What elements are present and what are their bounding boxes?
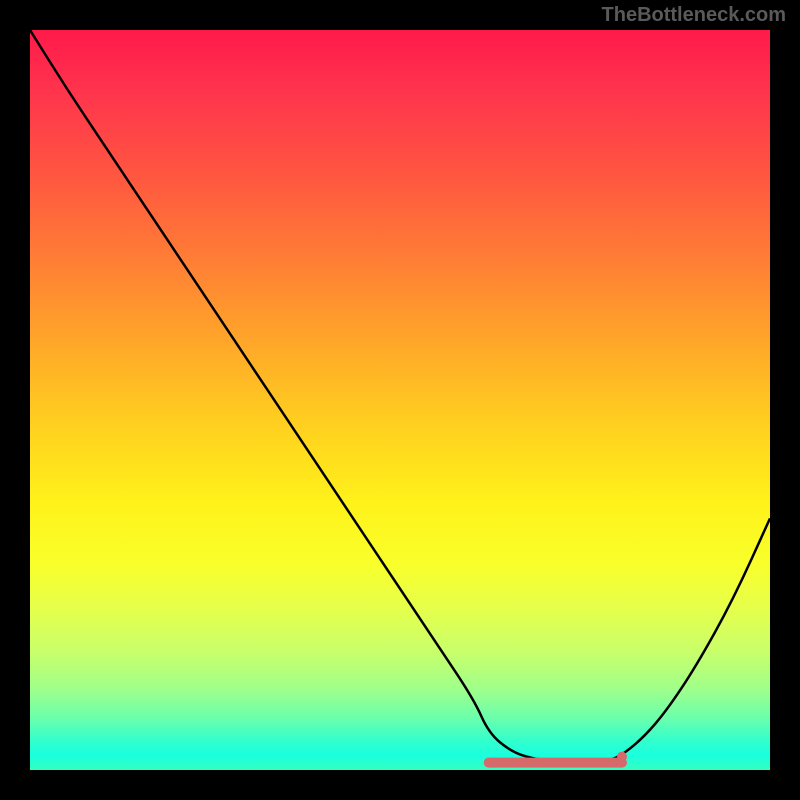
chart-plot-area <box>30 30 770 770</box>
optimal-range-end-dot <box>617 752 627 762</box>
chart-svg <box>30 30 770 770</box>
optimal-range-start-dot <box>484 758 494 768</box>
bottleneck-curve <box>30 30 770 763</box>
watermark-text: TheBottleneck.com <box>602 4 786 27</box>
